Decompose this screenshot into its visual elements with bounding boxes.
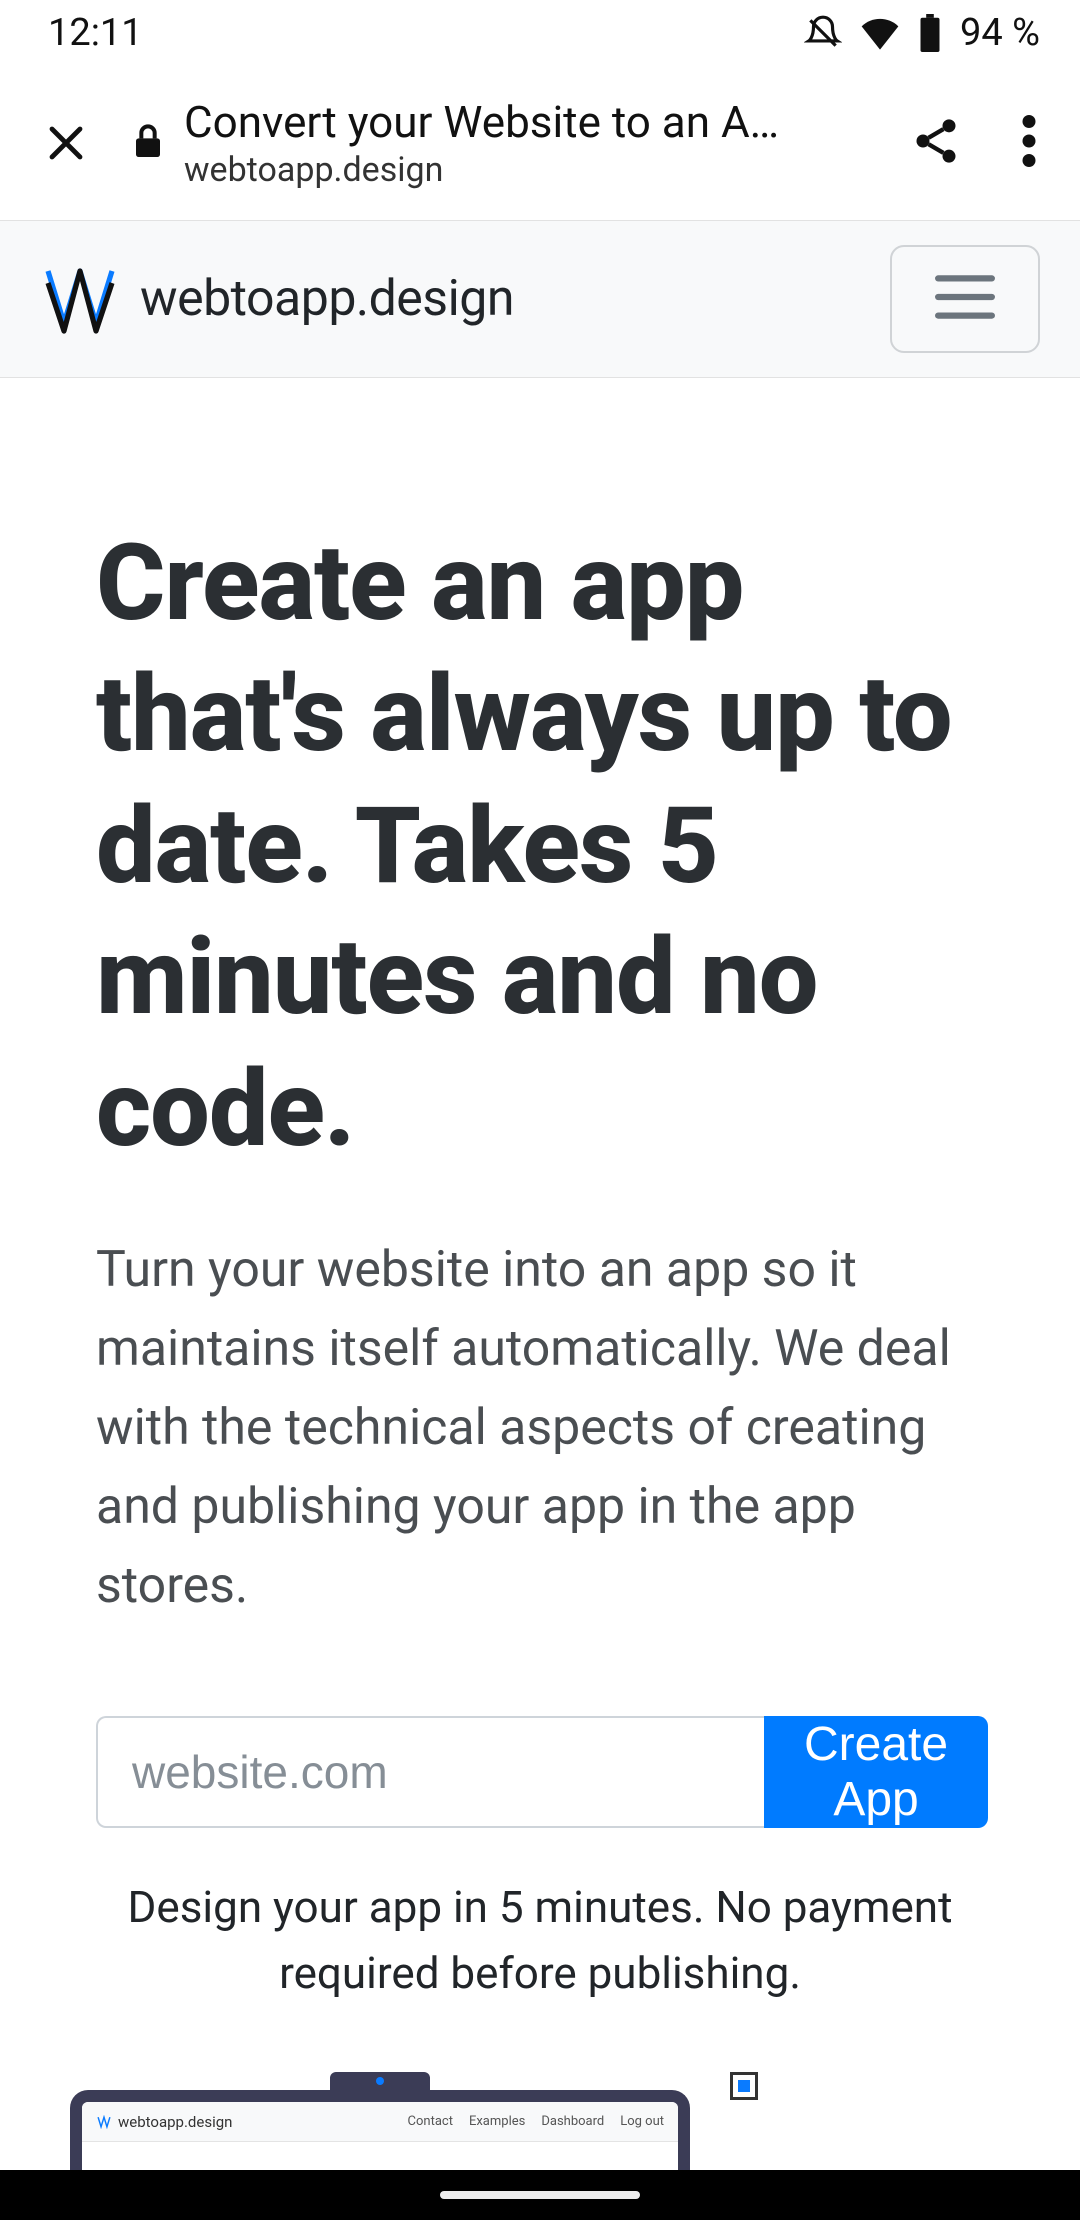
hero-headline: Create an app that's always up to date. … <box>96 518 984 1175</box>
create-app-button[interactable]: Create App <box>764 1716 988 1828</box>
illus-link: Examples <box>469 2114 525 2129</box>
cursor-marker-icon <box>730 2072 758 2100</box>
home-indicator[interactable] <box>440 2191 640 2199</box>
android-nav-bar <box>0 2170 1080 2220</box>
brand[interactable]: webtoapp.design <box>40 259 514 339</box>
wifi-icon <box>860 16 900 50</box>
close-button[interactable] <box>36 119 96 167</box>
battery-percent: 94 % <box>960 11 1040 55</box>
brand-name: webtoapp.design <box>140 270 514 328</box>
browser-toolbar: Convert your Website to an A… webtoapp.d… <box>0 66 1080 220</box>
hero-subhead: Turn your website into an app so it main… <box>96 1231 984 1626</box>
share-button[interactable] <box>910 115 962 171</box>
illus-link: Contact <box>408 2114 453 2129</box>
more-menu-button[interactable] <box>1022 115 1036 171</box>
page-title: Convert your Website to an A… <box>184 96 779 148</box>
hero-section: Create an app that's always up to date. … <box>0 378 1080 2006</box>
hero-note: Design your app in 5 minutes. No payment… <box>96 1874 984 2006</box>
create-app-form: Create App <box>96 1716 984 1828</box>
nav-toggle-button[interactable] <box>890 245 1040 353</box>
site-navbar: webtoapp.design <box>0 220 1080 378</box>
illus-brand: webtoapp.design <box>118 2113 232 2131</box>
page-host: webtoapp.design <box>184 150 779 190</box>
laptop-illustration: webtoapp.design Contact Examples Dashboa… <box>70 2072 690 2170</box>
illus-link: Log out <box>620 2114 664 2129</box>
hamburger-icon <box>934 274 996 324</box>
android-status-bar: 12:11 94 % <box>0 0 1080 66</box>
battery-icon <box>918 14 942 52</box>
status-time: 12:11 <box>48 11 143 55</box>
brand-logo-icon <box>40 259 120 339</box>
website-url-input[interactable] <box>96 1716 764 1828</box>
illus-link: Dashboard <box>541 2114 604 2129</box>
notifications-off-icon <box>804 14 842 52</box>
lock-icon <box>132 122 164 164</box>
